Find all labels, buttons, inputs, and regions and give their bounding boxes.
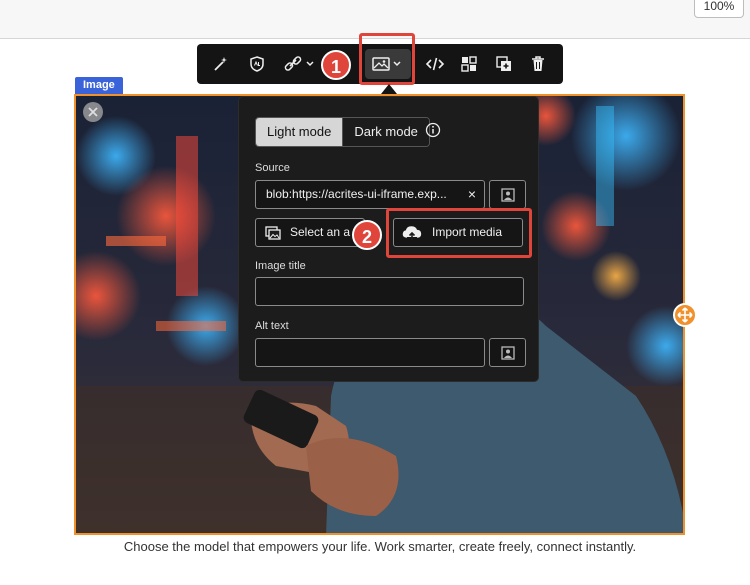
browse-source-button[interactable] <box>489 180 526 209</box>
source-value: blob:https://acrites-ui-iframe.exp... <box>266 187 447 201</box>
trash-icon <box>532 56 544 71</box>
layout-button[interactable] <box>455 50 483 78</box>
link-menu-button[interactable] <box>281 50 321 78</box>
alt-shield-button[interactable] <box>243 50 271 78</box>
magic-wand-icon <box>214 57 227 71</box>
link-icon <box>284 56 314 71</box>
callout-highlight-1 <box>359 33 415 85</box>
remove-image-button[interactable] <box>83 102 103 122</box>
duplicate-icon <box>496 56 511 71</box>
move-arrows-icon <box>677 307 693 323</box>
asset-picker-icon <box>500 187 515 202</box>
code-icon <box>425 57 445 71</box>
image-title-input[interactable] <box>255 277 524 306</box>
light-mode-tab[interactable]: Light mode <box>256 118 343 146</box>
source-label: Source <box>255 162 290 174</box>
select-asset-label: Select an a <box>290 225 351 239</box>
block-type-label: Image <box>75 77 123 94</box>
clear-source-button[interactable]: × <box>468 181 476 208</box>
step-badge-2: 2 <box>352 220 382 250</box>
step-badge-1: 1 <box>321 50 351 80</box>
close-icon <box>88 107 98 117</box>
delete-button[interactable] <box>524 50 552 78</box>
info-icon[interactable] <box>425 122 441 138</box>
select-asset-button[interactable]: Select an a <box>255 218 365 247</box>
move-handle[interactable] <box>673 303 697 327</box>
image-title-label: Image title <box>255 260 306 272</box>
gallery-icon <box>265 226 281 240</box>
theme-mode-toggle: Light mode Dark mode <box>255 117 430 147</box>
embed-code-button[interactable] <box>421 50 449 78</box>
image-caption: Choose the model that empowers your life… <box>123 539 637 554</box>
alt-text-label: Alt text <box>255 320 289 332</box>
generate-alt-text-button[interactable] <box>489 338 526 367</box>
dark-mode-tab[interactable]: Dark mode <box>342 118 429 146</box>
asset-picker-icon <box>500 345 515 360</box>
magic-wand-button[interactable] <box>207 50 235 78</box>
shield-icon <box>250 56 264 72</box>
duplicate-button[interactable] <box>490 50 518 78</box>
callout-highlight-2 <box>386 208 532 258</box>
alt-text-input[interactable] <box>255 338 485 367</box>
layout-icon <box>461 56 477 72</box>
zoom-level[interactable]: 100% <box>694 0 744 18</box>
popover-caret <box>381 84 397 94</box>
source-input[interactable]: blob:https://acrites-ui-iframe.exp... × <box>255 180 485 209</box>
